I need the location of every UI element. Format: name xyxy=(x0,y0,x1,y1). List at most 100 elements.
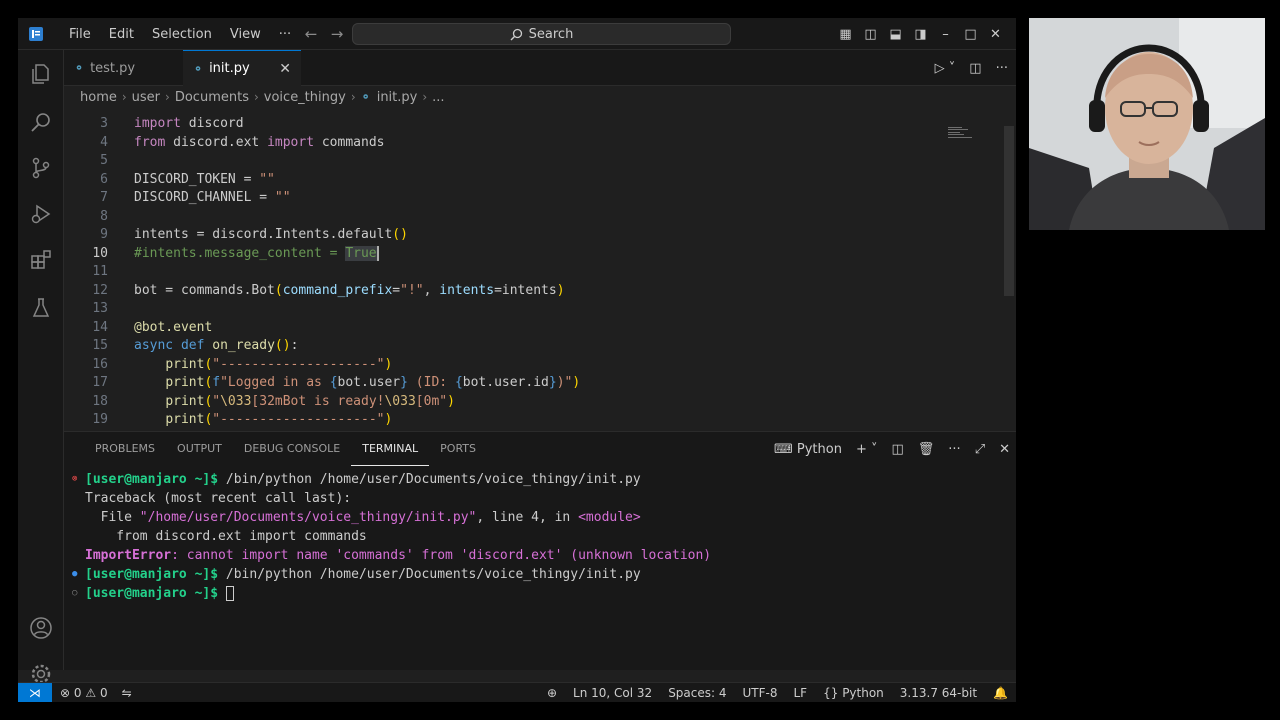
breadcrumb-voice-thingy[interactable]: voice_thingy xyxy=(264,90,346,105)
code-editor[interactable]: 3 import discord 4 from discord.ext import… xyxy=(64,114,1004,431)
menu-more[interactable]: ··· xyxy=(270,27,300,42)
editor-scrollbar[interactable] xyxy=(1004,126,1014,296)
menu-selection[interactable]: Selection xyxy=(143,27,221,42)
account-icon[interactable] xyxy=(29,616,53,640)
panel-actions: ⌨ Python + ˅ ◫ 🗑 ··· ⤢ ✕ xyxy=(774,432,1010,466)
terminal-line: [user@manjaro ~]$ /bin/python /home/user… xyxy=(85,472,641,491)
code-line: 13 xyxy=(64,301,964,320)
toggle-sidebar-icon[interactable]: ◫ xyxy=(858,27,883,42)
line-number: 13 xyxy=(92,301,108,316)
line-text: import discord xyxy=(134,116,244,131)
close-tab-icon[interactable]: ✕ xyxy=(279,61,291,77)
file-line: , line 4, in xyxy=(476,510,579,525)
tab-output[interactable]: OUTPUT xyxy=(166,432,233,466)
vscode-window: File Edit Selection View ··· ← → Search … xyxy=(18,18,1016,702)
indentation[interactable]: Spaces: 4 xyxy=(668,686,726,700)
toggle-secondary-sidebar-icon[interactable]: ◨ xyxy=(908,27,933,42)
chevron-right-icon: › xyxy=(350,90,356,104)
line-number: 16 xyxy=(92,356,108,372)
line-number: 8 xyxy=(100,208,108,224)
python-interpreter[interactable]: 3.13.7 64-bit xyxy=(900,686,977,700)
code-line: 7 DISCORD_CHANNEL = "" xyxy=(64,190,964,209)
run-debug-icon[interactable] xyxy=(29,202,53,226)
close-window-icon[interactable]: ✕ xyxy=(983,27,1008,42)
error-count: 0 xyxy=(73,686,82,700)
line-number: 18 xyxy=(92,393,108,409)
activity-bar xyxy=(18,50,64,684)
minimize-icon[interactable]: – xyxy=(933,27,958,42)
breadcrumb-documents[interactable]: Documents xyxy=(175,90,249,105)
terminal-prompt: [user@manjaro ~]$ xyxy=(85,472,219,487)
remote-indicator-icon[interactable]: ⋊ xyxy=(18,683,52,702)
code-line: 4 from discord.ext import commands xyxy=(64,135,964,154)
split-editor-icon[interactable]: ◫ xyxy=(969,61,981,76)
window-controls: ▦ ◫ ⬓ ◨ – □ ✕ xyxy=(833,18,1008,50)
encoding[interactable]: UTF-8 xyxy=(743,686,778,700)
maximize-panel-icon[interactable]: ⤢ xyxy=(975,442,985,457)
close-panel-icon[interactable]: ✕ xyxy=(999,442,1010,457)
extensions-icon[interactable] xyxy=(29,248,53,272)
command-decoration-icon[interactable]: ● xyxy=(72,569,77,579)
menu-edit[interactable]: Edit xyxy=(100,27,143,42)
code-line: 11 xyxy=(64,264,964,283)
code-line-current: 10 #intents.message_content = True xyxy=(64,245,964,265)
end-of-line[interactable]: LF xyxy=(793,686,807,700)
braces-icon: {} xyxy=(823,686,839,700)
tab-test-py[interactable]: ⚬ test.py xyxy=(64,50,182,86)
tab-init-py[interactable]: ⚬ init.py ✕ xyxy=(183,50,301,86)
terminal-line: [user@manjaro ~]$ /bin/python /home/user… xyxy=(85,567,641,586)
tab-debug-console[interactable]: DEBUG CONSOLE xyxy=(233,432,351,466)
breadcrumb-home[interactable]: home xyxy=(80,90,117,105)
problems-status[interactable]: ⊗ 0 ⚠ 0 xyxy=(60,686,108,700)
command-center-search[interactable]: Search xyxy=(352,23,731,45)
customize-layout-icon[interactable]: ▦ xyxy=(833,27,858,42)
forward-arrow-icon[interactable]: → xyxy=(324,25,350,43)
breadcrumb-symbol[interactable]: ... xyxy=(432,90,444,105)
breadcrumb-file[interactable]: init.py xyxy=(377,90,418,105)
back-arrow-icon[interactable]: ← xyxy=(298,25,324,43)
line-number: 11 xyxy=(92,264,108,279)
terminal-profile[interactable]: ⌨ Python xyxy=(774,442,842,457)
split-terminal-icon[interactable]: ◫ xyxy=(891,442,903,457)
breadcrumb-user[interactable]: user xyxy=(132,90,160,105)
terminal-icon: ⌨ xyxy=(773,441,793,457)
toggle-panel-icon[interactable]: ⬓ xyxy=(883,27,908,42)
search-label: Search xyxy=(528,26,574,42)
source-control-icon[interactable] xyxy=(29,156,53,180)
menu-file[interactable]: File xyxy=(60,27,100,42)
line-number: 9 xyxy=(100,227,108,242)
testing-flask-icon[interactable] xyxy=(29,296,53,320)
maximize-icon[interactable]: □ xyxy=(958,27,983,42)
tab-problems[interactable]: PROBLEMS xyxy=(84,432,166,466)
vscode-logo-icon[interactable] xyxy=(28,26,44,42)
notifications-bell-icon[interactable]: 🔔 xyxy=(993,686,1008,700)
search-view-icon[interactable] xyxy=(29,110,53,134)
ports-forward-icon[interactable]: ⇋ xyxy=(122,686,132,700)
bottom-panel: PROBLEMS OUTPUT DEBUG CONSOLE TERMINAL P… xyxy=(64,431,1016,670)
tab-terminal[interactable]: TERMINAL xyxy=(351,432,430,466)
empty-decoration-icon[interactable]: ○ xyxy=(72,588,77,598)
error-decoration-icon[interactable]: ⊗ xyxy=(72,474,77,484)
explorer-icon[interactable] xyxy=(29,62,53,86)
cursor-position[interactable]: Ln 10, Col 32 xyxy=(573,686,652,700)
tab-ports[interactable]: PORTS xyxy=(429,432,487,466)
code-line: 5 xyxy=(64,153,964,172)
kill-terminal-icon[interactable]: 🗑 xyxy=(918,442,935,457)
file-path-link[interactable]: "/home/user/Documents/voice_thingy/init.… xyxy=(140,510,477,525)
editor-actions: ▷ ˅ ◫ ··· xyxy=(935,50,1008,86)
terminal-cursor xyxy=(225,586,234,601)
error-message: : cannot import name 'commands' from 'di… xyxy=(171,548,712,563)
run-file-icon[interactable]: ▷ ˅ xyxy=(935,61,956,76)
line-text: bot = commands.Bot(command_prefix="!", i… xyxy=(134,282,565,298)
language-mode[interactable]: {} Python xyxy=(823,686,884,700)
more-actions-icon[interactable]: ··· xyxy=(948,442,960,457)
new-terminal-icon[interactable]: + ˅ xyxy=(856,442,878,457)
panel-tabs: PROBLEMS OUTPUT DEBUG CONSOLE TERMINAL P… xyxy=(84,432,487,466)
menu-view[interactable]: View xyxy=(221,27,270,42)
zoom-icon[interactable]: ⊕ xyxy=(547,686,557,700)
terminal-line: [user@manjaro ~]$ xyxy=(85,586,234,605)
line-number: 17 xyxy=(92,375,108,390)
minimap[interactable] xyxy=(948,126,976,140)
chevron-right-icon: › xyxy=(121,90,127,104)
more-actions-icon[interactable]: ··· xyxy=(996,61,1008,76)
